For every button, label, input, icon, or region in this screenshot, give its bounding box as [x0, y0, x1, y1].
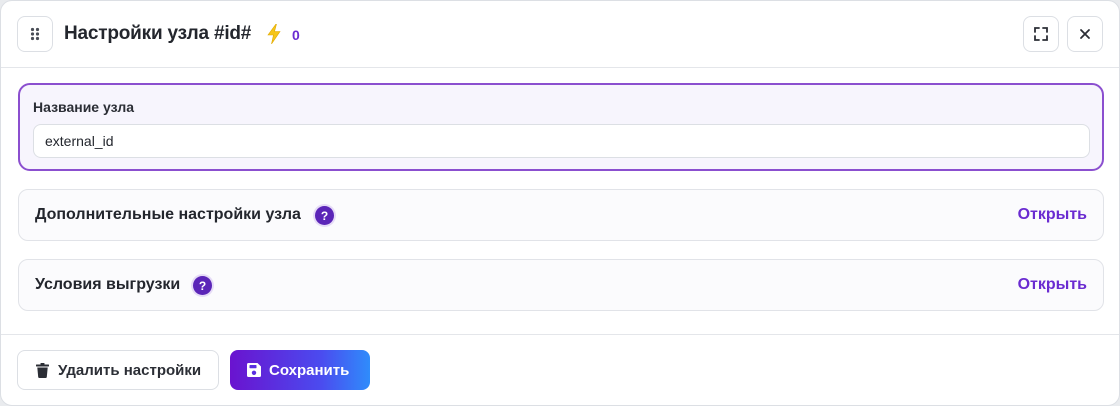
node-name-input[interactable] [33, 124, 1090, 158]
help-icon[interactable]: ? [193, 276, 212, 295]
node-name-card: Название узла [18, 83, 1104, 171]
trash-icon [36, 362, 49, 378]
expand-button[interactable] [1023, 16, 1059, 52]
node-name-label: Название узла [33, 99, 135, 115]
delete-settings-button[interactable]: Удалить настройки [17, 350, 219, 390]
save-label: Сохранить [269, 361, 350, 379]
close-button[interactable] [1067, 16, 1103, 52]
panel-footer: Удалить настройки Сохранить [1, 334, 1119, 405]
section-additional-settings[interactable]: Дополнительные настройки узла ? Открыть [18, 189, 1104, 241]
floppy-disk-icon [247, 363, 261, 377]
close-icon [1080, 29, 1090, 39]
section-export-conditions[interactable]: Условия выгрузки ? Открыть [18, 259, 1104, 311]
save-button[interactable]: Сохранить [230, 350, 370, 390]
section-title: Дополнительные настройки узла [35, 206, 301, 223]
grip-dots-icon [30, 27, 40, 41]
lightning-bolt-icon [267, 24, 281, 44]
delete-settings-label: Удалить настройки [58, 361, 202, 379]
page-title: Настройки узла #id# [64, 23, 252, 44]
drag-handle-button[interactable] [17, 16, 53, 52]
section-title: Условия выгрузки [35, 276, 181, 293]
expand-icon [1034, 27, 1048, 41]
node-settings-panel: Настройки узла #id# 0 Название узла Допо… [0, 0, 1120, 406]
help-icon[interactable]: ? [315, 206, 334, 225]
open-additional-settings-link[interactable]: Открыть [1018, 206, 1087, 224]
open-export-conditions-link[interactable]: Открыть [1018, 276, 1087, 294]
trigger-count: 0 [292, 27, 300, 43]
panel-header: Настройки узла #id# 0 [1, 1, 1119, 68]
